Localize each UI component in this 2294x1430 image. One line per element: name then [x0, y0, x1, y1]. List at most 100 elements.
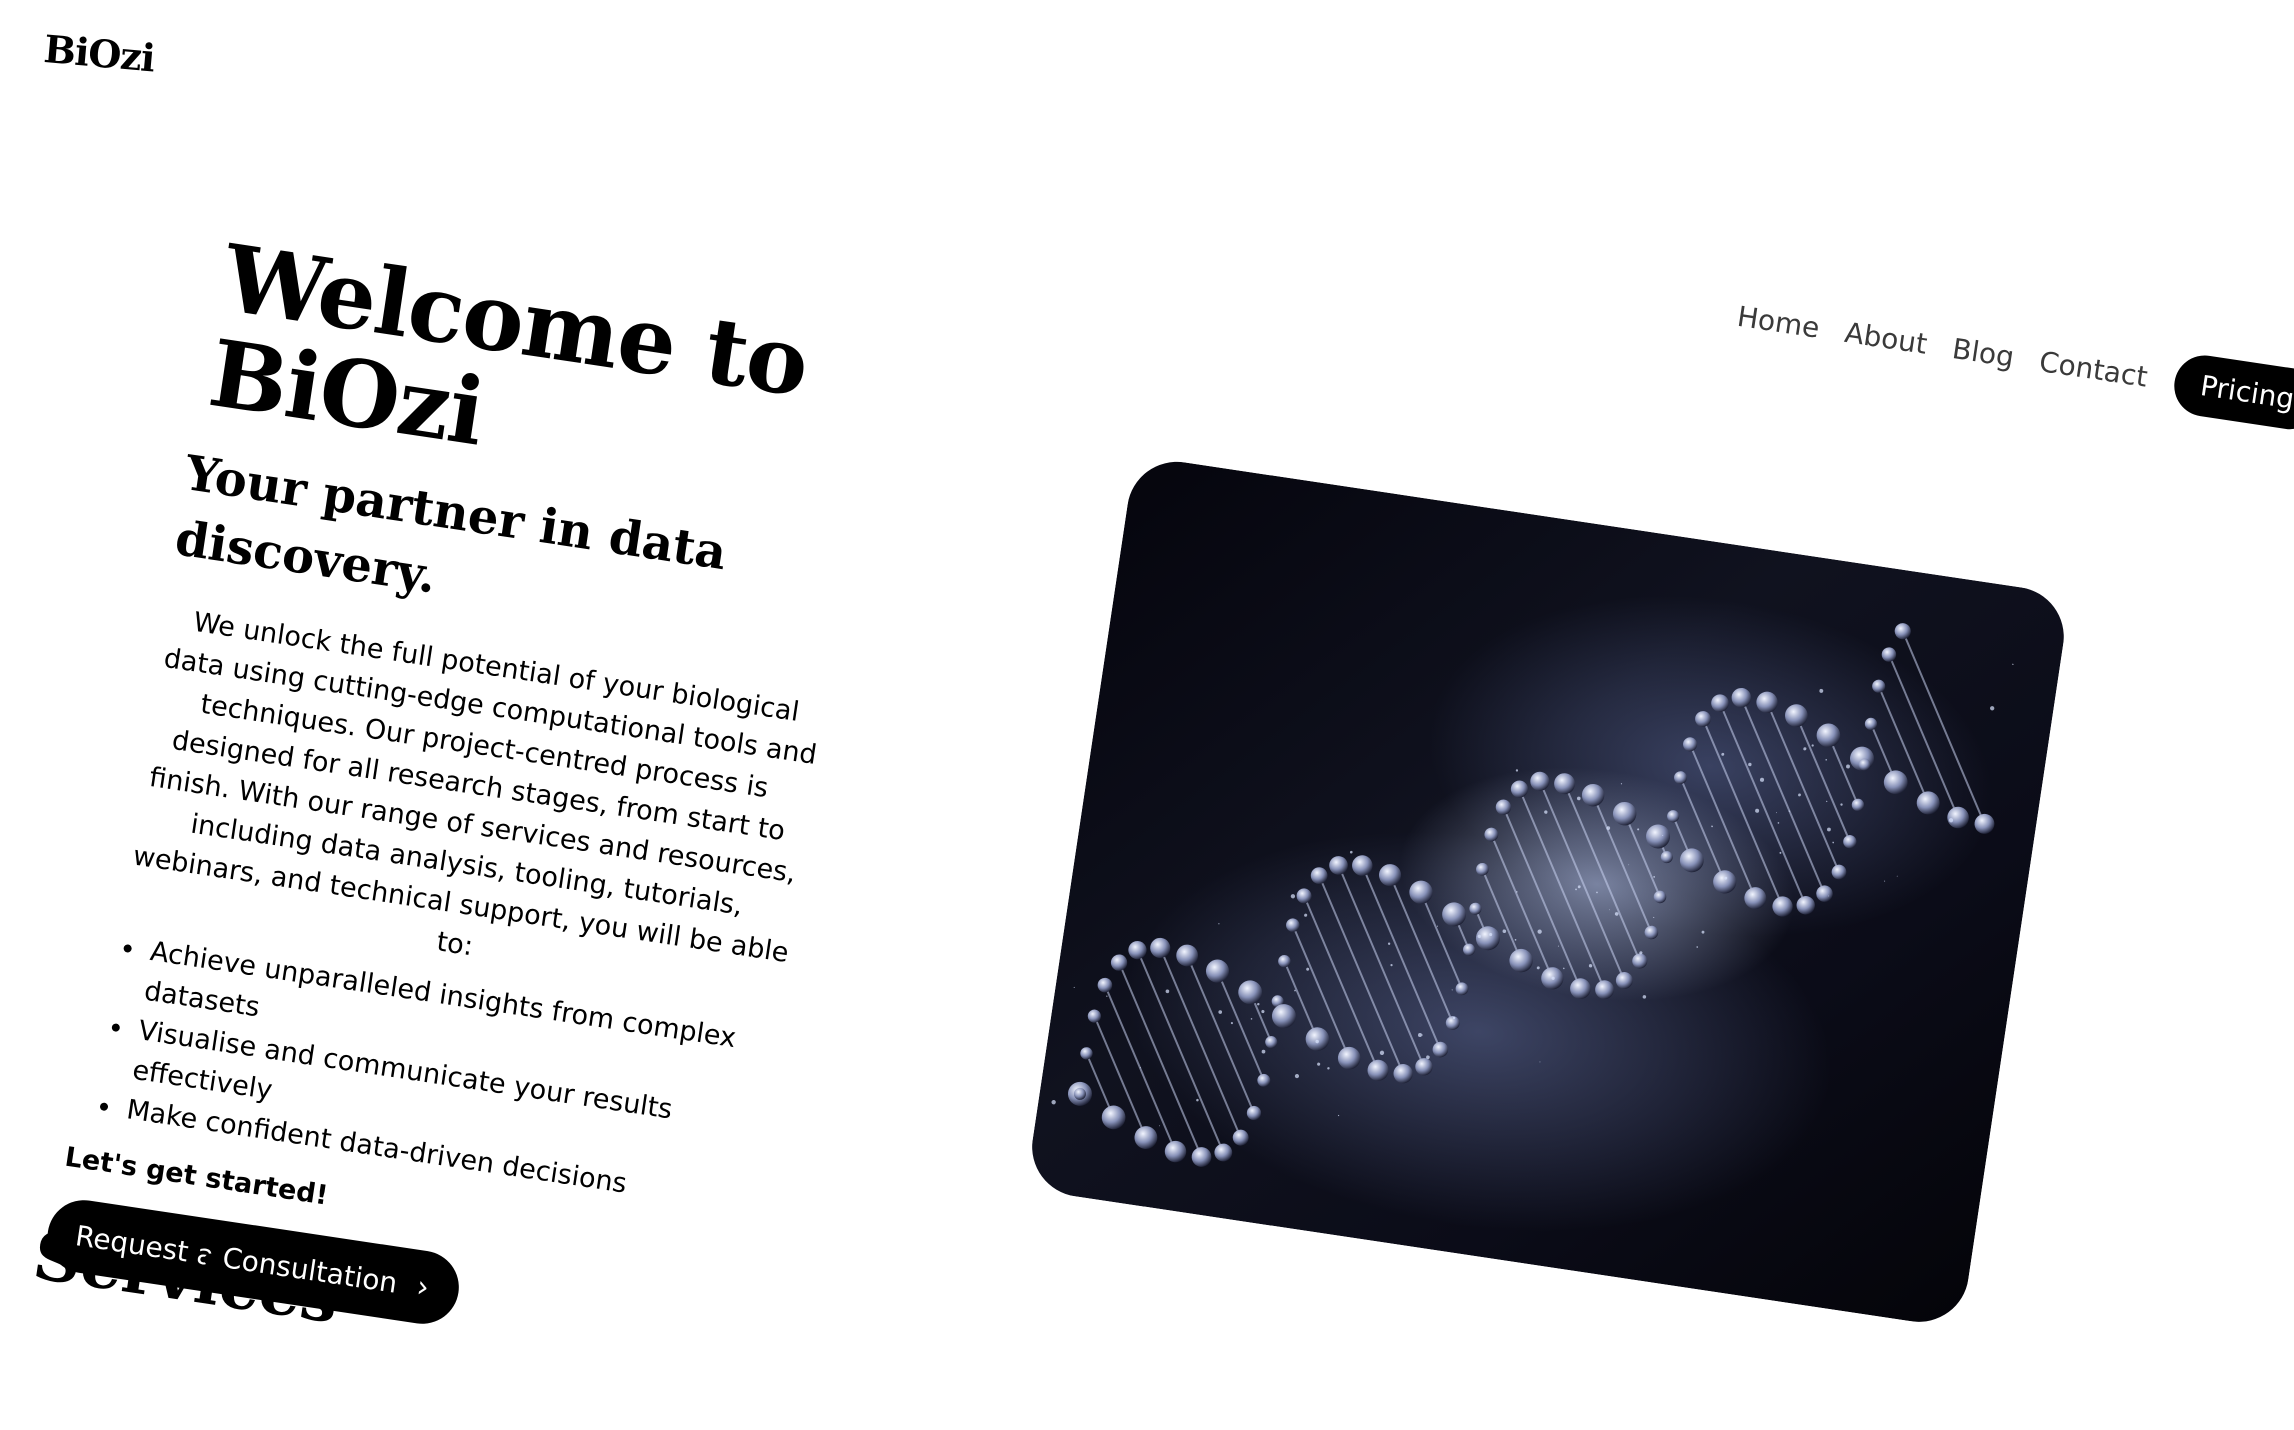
sparkle: [1338, 1115, 1339, 1116]
helix-node: [1851, 798, 1865, 812]
helix-node: [1755, 690, 1779, 714]
sparkle: [1609, 909, 1610, 910]
sparkle: [1578, 885, 1581, 888]
helix-node: [1660, 850, 1674, 864]
sparkle: [1563, 968, 1565, 970]
sparkle: [1537, 966, 1540, 969]
sparkle: [1884, 881, 1885, 882]
sparkle: [1615, 912, 1619, 916]
helix-node: [1569, 977, 1592, 1000]
sparkle: [1778, 822, 1780, 824]
helix-node: [1246, 1105, 1262, 1121]
helix-node: [1351, 854, 1374, 877]
helix-node: [1510, 779, 1530, 799]
helix-node: [1644, 823, 1671, 850]
helix-node: [1678, 847, 1705, 874]
sparkle: [1653, 917, 1654, 918]
helix-node: [1469, 902, 1483, 916]
pricing-button[interactable]: Pricing: [2170, 351, 2294, 433]
sparkle: [1106, 995, 1108, 997]
helix-node: [1264, 1035, 1278, 1049]
helix-rung: [1677, 719, 1808, 907]
helix-node: [1377, 863, 1402, 888]
sparkle: [1074, 987, 1075, 988]
sparkle: [1653, 876, 1655, 878]
sparkle: [1779, 852, 1781, 854]
sparkle: [1819, 689, 1823, 693]
sparkle: [1826, 801, 1827, 802]
sparkle: [1295, 1074, 1300, 1079]
sparkle: [1990, 706, 1995, 711]
helix-node: [1495, 798, 1512, 815]
helix-node: [1190, 1146, 1212, 1168]
helix-node: [1815, 884, 1834, 903]
helix-node: [1615, 971, 1634, 990]
helix-node: [1237, 979, 1264, 1006]
sparkle: [1825, 759, 1827, 761]
nav-link-about[interactable]: About: [1843, 316, 1930, 361]
sparkle: [1642, 995, 1646, 999]
helix-node: [1408, 879, 1434, 905]
sparkle: [1748, 763, 1752, 767]
helix-node: [1432, 1041, 1450, 1059]
helix-node: [1296, 887, 1313, 904]
sparkle: [1390, 964, 1393, 967]
helix-rung: [1666, 778, 1739, 882]
sparkle: [1165, 989, 1169, 993]
hero-section: Welcome to BiOzi Your partner in data di…: [76, 230, 924, 1376]
sparkle: [1840, 803, 1843, 806]
helix-node: [1831, 864, 1848, 881]
helix-node: [1795, 895, 1816, 916]
sparkle: [1257, 1003, 1260, 1006]
helix-node: [1710, 693, 1730, 713]
helix-node: [1366, 1058, 1390, 1082]
sparkle: [1827, 827, 1831, 831]
helix-node: [1894, 622, 1912, 640]
helix-node: [1285, 918, 1300, 933]
helix-node: [1213, 1142, 1233, 1162]
helix-node: [1328, 855, 1349, 876]
helix-node: [1631, 952, 1648, 969]
helix-node: [1529, 770, 1551, 792]
helix-node: [1594, 979, 1615, 1000]
helix-node: [1277, 954, 1291, 968]
sparkle: [1388, 942, 1391, 945]
helix-node: [1127, 940, 1148, 961]
helix-node: [1079, 1046, 1093, 1060]
sparkle: [1317, 1062, 1321, 1066]
helix-node: [1097, 977, 1114, 994]
helix-node: [1462, 943, 1476, 957]
helix-node: [1694, 710, 1712, 728]
sparkle: [1621, 783, 1622, 784]
helix-node: [1149, 936, 1172, 959]
helix-node: [1440, 901, 1467, 928]
sparkle: [1306, 967, 1309, 970]
helix-node: [1110, 953, 1129, 972]
sparkle: [1304, 913, 1308, 917]
helix-node: [1946, 805, 1971, 830]
helix-node: [1644, 925, 1659, 940]
helix-rung: [1744, 702, 1862, 872]
helix-node: [1882, 769, 1909, 796]
helix-node: [1475, 862, 1489, 876]
sparkle: [1422, 1034, 1423, 1035]
helix-node: [1611, 800, 1638, 827]
sparkle: [1628, 864, 1629, 865]
sparkle: [1711, 825, 1713, 827]
nav-link-home[interactable]: Home: [1735, 300, 1822, 345]
sparkle: [1261, 1050, 1265, 1054]
helix-node: [1087, 1009, 1102, 1024]
brand-logo[interactable]: BiOzi: [42, 26, 156, 80]
sparkle: [1811, 744, 1814, 747]
helix-node: [1712, 869, 1738, 895]
helix-node: [1445, 1015, 1461, 1031]
nav-link-contact[interactable]: Contact: [2037, 345, 2150, 394]
helix-node: [1842, 834, 1857, 849]
sparkle: [1502, 929, 1506, 933]
sparkle: [1196, 1099, 1199, 1102]
sparkle: [1418, 1033, 1423, 1038]
nav-link-blog[interactable]: Blog: [1950, 332, 2016, 374]
helix-node: [1864, 717, 1878, 731]
helix-node: [1915, 790, 1941, 816]
sparkle: [1776, 812, 1777, 813]
